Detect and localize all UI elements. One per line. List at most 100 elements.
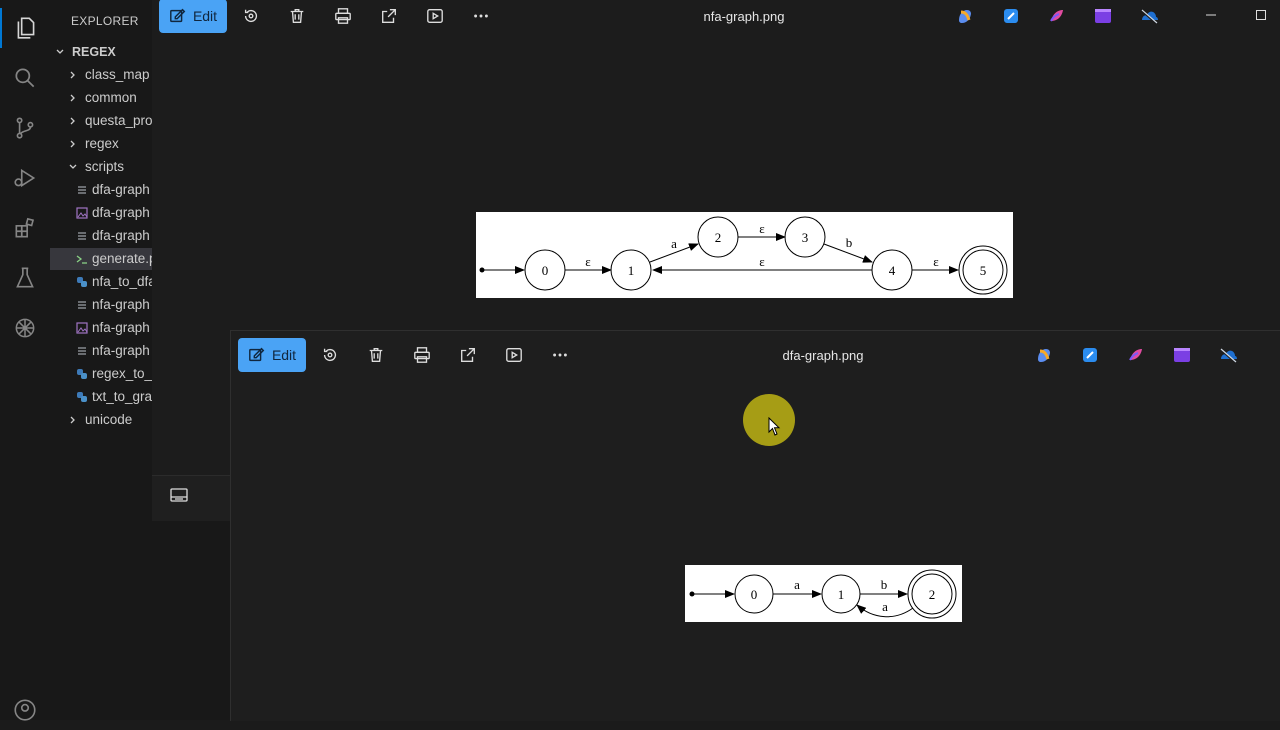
share-icon[interactable] — [456, 343, 480, 367]
tree-item-scripts[interactable]: scripts — [67, 156, 124, 178]
image-file-icon — [76, 207, 88, 219]
designer-icon[interactable] — [1079, 344, 1101, 366]
state-label: 1 — [838, 587, 845, 602]
tree-item-label: unicode — [85, 412, 133, 427]
extensions-icon[interactable] — [0, 208, 50, 248]
tree-item-label: generate.p — [92, 251, 157, 266]
tree-item-label: class_map — [85, 67, 150, 82]
tree-item-label: questa_pro — [85, 113, 153, 128]
chevron-down-icon — [54, 46, 66, 58]
account-icon[interactable] — [0, 690, 50, 730]
python-file-icon — [76, 276, 88, 288]
panel-toggle-icon[interactable] — [170, 488, 188, 509]
state-label: 1 — [628, 263, 635, 278]
photo-viewer-dfa: Edit dfa-graph.png 0 a 1 b 2 a — [230, 330, 1280, 721]
tree-item-unicode[interactable]: unicode — [67, 409, 132, 431]
tree-file-nfa-graph-png[interactable]: nfa-graph — [76, 317, 150, 339]
tree-file-nfa-graph-1[interactable]: nfa-graph — [76, 294, 150, 316]
chevron-right-icon — [67, 92, 79, 104]
tree-file-nfa-to-dfa[interactable]: nfa_to_dfa — [76, 271, 156, 293]
shell-file-icon — [76, 253, 88, 265]
tree-item-common[interactable]: common — [67, 87, 137, 109]
run-debug-icon[interactable] — [0, 158, 50, 198]
state-label: 3 — [802, 230, 809, 245]
copilot-icon[interactable] — [1033, 344, 1055, 366]
tree-file-dfa-graph-png[interactable]: dfa-graph — [76, 202, 150, 224]
edit-button[interactable]: Edit — [159, 0, 227, 33]
activity-bar — [0, 0, 51, 721]
tree-file-regex-to[interactable]: regex_to_ — [76, 363, 152, 385]
tree-file-dfa-graph-3[interactable]: dfa-graph — [76, 225, 150, 247]
nfa-graph-image: 0 ε 1 a 2 ε 3 b 4 ε ε 5 — [476, 212, 1013, 298]
tree-item-questa-pro[interactable]: questa_pro — [67, 110, 153, 132]
root-folder-label: REGEX — [72, 45, 116, 59]
start-point — [479, 267, 485, 273]
edit-image-icon — [249, 347, 265, 362]
designer-icon[interactable] — [1000, 5, 1022, 27]
clipchamp-icon[interactable] — [1092, 5, 1114, 27]
python-file-icon — [76, 391, 88, 403]
copilot-icon[interactable] — [954, 5, 976, 27]
state-label: 0 — [751, 587, 758, 602]
chatgpt-icon[interactable] — [0, 308, 50, 348]
search-icon[interactable] — [0, 58, 50, 98]
print-icon[interactable] — [410, 343, 434, 367]
slideshow-icon[interactable] — [502, 343, 526, 367]
file-title: nfa-graph.png — [703, 9, 785, 24]
state-label: 4 — [889, 263, 896, 278]
edit-button[interactable]: Edit — [238, 338, 306, 372]
rotate-icon[interactable] — [318, 343, 342, 367]
print-icon[interactable] — [331, 4, 355, 28]
maximize-button[interactable] — [1249, 3, 1273, 27]
chevron-right-icon — [67, 414, 79, 426]
chevron-down-icon — [67, 161, 79, 173]
testing-icon[interactable] — [0, 258, 50, 298]
edge-label: b — [846, 235, 853, 250]
delete-icon[interactable] — [364, 343, 388, 367]
start-point — [689, 591, 695, 597]
state-label: 2 — [929, 587, 936, 602]
tree-item-class-map[interactable]: class_map — [67, 64, 150, 86]
edge-label: ε — [585, 254, 591, 269]
slideshow-icon[interactable] — [423, 4, 447, 28]
edge-label: a — [794, 577, 800, 592]
edge-label: a — [882, 599, 888, 614]
tree-item-label: nfa_to_dfa — [92, 274, 156, 289]
tree-item-label: regex_to_ — [92, 366, 153, 381]
tree-item-label: regex — [85, 136, 119, 151]
state-label: 0 — [542, 263, 549, 278]
delete-icon[interactable] — [285, 4, 309, 28]
edge-label: ε — [933, 254, 939, 269]
more-options-icon[interactable] — [548, 343, 572, 367]
tree-item-label: nfa-graph — [92, 343, 150, 358]
tree-item-regex[interactable]: regex — [67, 133, 119, 155]
edit-label: Edit — [271, 347, 297, 363]
chevron-right-icon — [67, 69, 79, 81]
tree-file-dfa-graph-1[interactable]: dfa-graph — [76, 179, 150, 201]
file-title: dfa-graph.png — [782, 348, 864, 363]
edit-image-icon — [170, 8, 186, 23]
text-file-icon — [76, 345, 88, 357]
paint-icon[interactable] — [1046, 5, 1068, 27]
more-options-icon[interactable] — [469, 4, 493, 28]
onedrive-icon[interactable] — [1217, 344, 1239, 366]
edit-label: Edit — [192, 8, 218, 24]
mouse-pointer-icon — [768, 417, 781, 436]
source-control-icon[interactable] — [0, 108, 50, 148]
rotate-icon[interactable] — [239, 4, 263, 28]
edge-label: ε — [759, 254, 765, 269]
tree-item-label: dfa-graph — [92, 182, 150, 197]
paint-icon[interactable] — [1125, 344, 1147, 366]
tree-item-label: dfa-graph — [92, 228, 150, 243]
tree-file-nfa-graph-3[interactable]: nfa-graph — [76, 340, 150, 362]
explorer-icon[interactable] — [0, 8, 50, 48]
share-icon[interactable] — [377, 4, 401, 28]
minimize-button[interactable] — [1199, 3, 1223, 27]
clipchamp-icon[interactable] — [1171, 344, 1193, 366]
chevron-right-icon — [67, 138, 79, 150]
tree-item-label: txt_to_gra — [92, 389, 153, 404]
tree-file-txt-to-graph[interactable]: txt_to_gra — [76, 386, 152, 408]
edge-label: ε — [759, 221, 765, 236]
text-file-icon — [76, 230, 88, 242]
onedrive-icon[interactable] — [1138, 5, 1160, 27]
